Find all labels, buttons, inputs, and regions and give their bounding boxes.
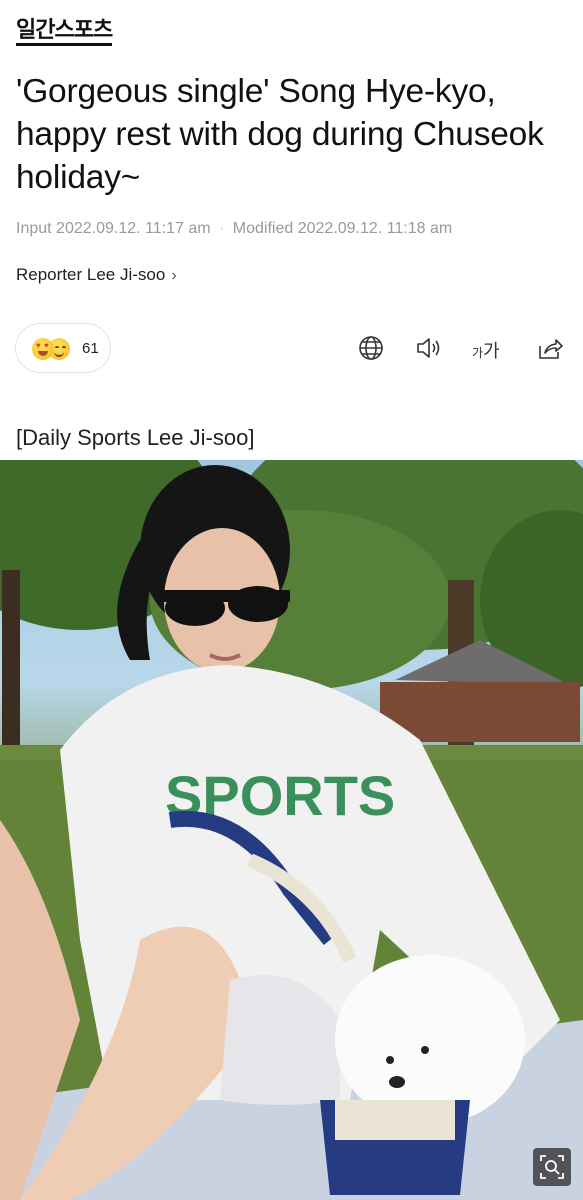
modified-label: Modified <box>232 220 294 237</box>
font-size-icon[interactable]: 가가 <box>472 337 508 365</box>
reporter-name: Reporter Lee Ji-soo <box>16 265 166 284</box>
share-icon[interactable] <box>536 334 564 362</box>
input-label: Input <box>16 220 52 237</box>
article-photo[interactable]: SPORTS <box>0 460 583 1200</box>
publisher-logo[interactable]: 일간스포츠 <box>16 20 113 46</box>
input-time: 2022.09.12. 11:17 am <box>56 220 211 237</box>
speaker-icon[interactable] <box>415 334 443 362</box>
font-small-label: 가 <box>472 346 484 360</box>
article-headline: 'Gorgeous single' Song Hye-kyo, happy re… <box>16 73 544 196</box>
zoom-icon <box>540 1155 564 1179</box>
article-meta: Input 2022.09.12. 11:17 am · Modified 20… <box>16 220 452 238</box>
photo-caption: [Daily Sports Lee Ji-soo] <box>16 425 255 450</box>
font-large-label: 가 <box>483 341 500 362</box>
modified-time: 2022.09.12. 11:18 am <box>297 220 453 237</box>
zoom-button[interactable] <box>533 1148 571 1186</box>
photo-illustration: SPORTS <box>0 460 583 1200</box>
chevron-right-icon: › <box>171 267 177 284</box>
globe-icon[interactable] <box>357 334 385 362</box>
reporter-link[interactable]: Reporter Lee Ji-soo › <box>16 265 177 285</box>
reaction-count: 61 <box>82 340 99 357</box>
reaction-button[interactable]: 61 <box>15 323 111 373</box>
meta-separator: · <box>219 220 225 237</box>
heart-eyes-emoji-icon <box>32 338 54 360</box>
